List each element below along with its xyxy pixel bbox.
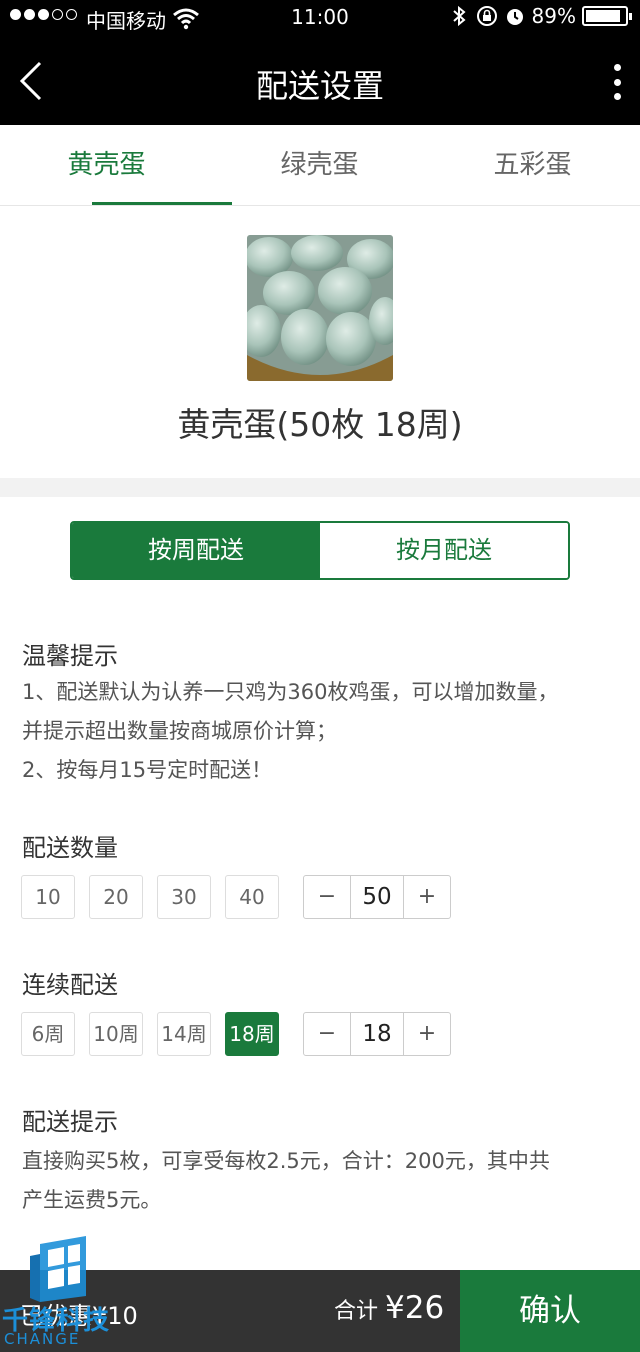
tab-colorful-egg[interactable]: 五彩蛋 <box>426 125 639 205</box>
tips-line-1: 1、配送默认为认养一只鸡为360枚鸡蛋，可以增加数量， <box>22 680 559 704</box>
rotation-lock-icon <box>476 6 497 26</box>
weeks-value[interactable]: 18 <box>350 1013 404 1055</box>
product-tabs: 黄壳蛋 绿壳蛋 五彩蛋 <box>0 125 640 206</box>
product-image <box>247 235 393 381</box>
status-bar: 中国移动 11:00 89% <box>0 0 640 36</box>
monthly-delivery-button[interactable]: 按月配送 <box>320 523 568 578</box>
bluetooth-icon <box>452 5 466 27</box>
delivery-mode-switch: 按周配送 按月配送 <box>70 521 570 580</box>
section-divider <box>0 478 640 497</box>
battery-percent: 89% <box>531 4 576 28</box>
quantity-value[interactable]: 50 <box>350 876 404 918</box>
weeks-minus-button[interactable]: − <box>304 1013 350 1055</box>
total-price: 合计 ¥26 <box>334 1290 444 1326</box>
alarm-icon <box>506 9 523 25</box>
quantity-option-10[interactable]: 10 <box>21 875 75 919</box>
battery-icon <box>582 6 632 26</box>
total-label: 合计 <box>334 1299 379 1324</box>
tips-text: 1、配送默认为认养一只鸡为360枚鸡蛋，可以增加数量， 并提示超出数量按商城原价… <box>22 673 622 790</box>
delivery-hint-title: 配送提示 <box>22 1108 118 1136</box>
weekly-delivery-button[interactable]: 按周配送 <box>72 523 320 578</box>
product-title: 黄壳蛋(50枚 18周) <box>177 405 463 444</box>
weeks-plus-button[interactable]: + <box>404 1013 450 1055</box>
quantity-plus-button[interactable]: + <box>404 876 450 918</box>
page-title: 配送设置 <box>255 67 384 105</box>
delivery-hint-line-2: 产生运费5元。 <box>22 1188 162 1212</box>
top-bar: 中国移动 11:00 89% 配送设置 <box>0 0 640 125</box>
weeks-stepper: − 18 + <box>303 1012 451 1056</box>
tab-yellow-egg[interactable]: 黄壳蛋 <box>0 125 213 205</box>
quantity-option-20[interactable]: 20 <box>89 875 143 919</box>
quantity-minus-button[interactable]: − <box>304 876 350 918</box>
confirm-button[interactable]: 确认 <box>460 1270 640 1352</box>
quantity-option-40[interactable]: 40 <box>225 875 279 919</box>
quantity-title: 配送数量 <box>22 834 118 862</box>
weeks-option-6[interactable]: 6周 <box>21 1012 75 1056</box>
watermark-subtext: CHANGE <box>4 1330 81 1348</box>
weeks-option-10[interactable]: 10周 <box>89 1012 143 1056</box>
total-amount: ¥26 <box>385 1290 445 1326</box>
weeks-option-14[interactable]: 14周 <box>157 1012 211 1056</box>
delivery-hint-text: 直接购买5枚，可享受每枚2.5元，合计：200元，其中共 产生运费5元。 <box>22 1142 622 1220</box>
tab-green-egg[interactable]: 绿壳蛋 <box>213 125 426 205</box>
weeks-option-18[interactable]: 18周 <box>225 1012 279 1056</box>
quantity-option-30[interactable]: 30 <box>157 875 211 919</box>
quantity-stepper: − 50 + <box>303 875 451 919</box>
tips-line-3: 2、按每月15号定时配送！ <box>22 758 273 782</box>
delivery-hint-line-1: 直接购买5枚，可享受每枚2.5元，合计：200元，其中共 <box>22 1149 550 1173</box>
active-tab-indicator <box>92 202 232 205</box>
more-menu-icon[interactable] <box>612 64 622 100</box>
weeks-title: 连续配送 <box>22 971 118 999</box>
tips-title: 温馨提示 <box>22 642 118 670</box>
tips-line-2: 并提示超出数量按商城原价计算； <box>22 719 337 743</box>
